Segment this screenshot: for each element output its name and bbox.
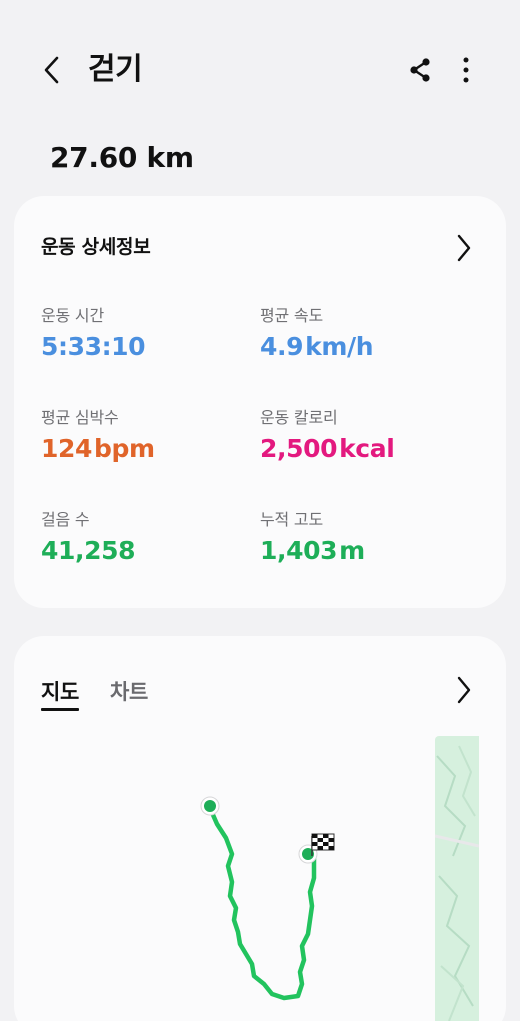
details-more-button[interactable] xyxy=(444,228,484,268)
metric-avg-speed: 평균 속도 4.9km/h xyxy=(260,302,374,361)
metric-unit: km/h xyxy=(305,332,374,361)
metric-value: 41,258 xyxy=(41,536,135,565)
page-title: 걷기 xyxy=(88,52,143,87)
metric-number: 1,403 xyxy=(260,536,338,565)
metric-label: 운동 칼로리 xyxy=(260,408,338,427)
chevron-right-icon xyxy=(457,676,471,704)
chevron-left-icon xyxy=(44,56,59,84)
metric-value: 2,500kcal xyxy=(260,434,395,463)
metric-number: 41,258 xyxy=(41,536,136,565)
metric-number: 124 xyxy=(41,434,92,463)
map-more-button[interactable] xyxy=(444,670,484,710)
metric-unit: m xyxy=(339,536,365,565)
back-button[interactable] xyxy=(30,48,74,92)
chevron-right-icon xyxy=(457,234,471,262)
share-icon xyxy=(410,58,430,82)
route-map[interactable] xyxy=(14,732,506,1021)
metric-number: 2,500 xyxy=(260,434,338,463)
metric-value: 124bpm xyxy=(41,434,155,463)
route-path-svg xyxy=(200,796,335,1001)
metric-number: 5:33:10 xyxy=(41,332,146,361)
metric-label: 운동 시간 xyxy=(41,306,104,325)
route-map-card: 지도 차트 xyxy=(14,636,506,1021)
card-title: 운동 상세정보 xyxy=(41,236,151,258)
metric-label: 평균 심박수 xyxy=(41,408,119,427)
metric-value: 1,403m xyxy=(260,536,365,565)
metric-value: 4.9km/h xyxy=(260,332,374,361)
metric-steps: 걸음 수 41,258 xyxy=(41,506,135,565)
metric-label: 걸음 수 xyxy=(41,510,90,529)
more-vertical-icon xyxy=(463,57,469,83)
tab-map[interactable]: 지도 xyxy=(41,676,79,711)
share-button[interactable] xyxy=(398,48,442,92)
metric-avg-heart-rate: 평균 심박수 124bpm xyxy=(41,404,155,463)
metric-label: 평균 속도 xyxy=(260,306,323,325)
metric-elevation-gain: 누적 고도 1,403m xyxy=(260,506,365,565)
workout-details-card[interactable]: 운동 상세정보 운동 시간 5:33:10 평균 속도 4.9km/h 평균 심… xyxy=(14,196,506,608)
more-options-button[interactable] xyxy=(446,48,486,92)
metric-value: 5:33:10 xyxy=(41,332,146,361)
metric-calories: 운동 칼로리 2,500kcal xyxy=(260,404,395,463)
metric-duration: 운동 시간 5:33:10 xyxy=(41,302,146,361)
app-header: 걷기 27.60 km xyxy=(0,0,520,174)
total-distance: 27.60 km xyxy=(50,141,194,174)
workout-detail-screen: 걷기 27.60 km 운동 상세정보 운동 시간 5:33:10 평균 속도 … xyxy=(0,0,520,1021)
metric-label: 누적 고도 xyxy=(260,510,323,529)
metric-unit: kcal xyxy=(339,434,395,463)
tab-chart[interactable]: 차트 xyxy=(110,676,148,710)
start-point-icon xyxy=(200,796,220,816)
route-line xyxy=(207,805,317,1001)
metric-unit: bpm xyxy=(94,434,155,463)
metric-number: 4.9 xyxy=(260,332,304,361)
